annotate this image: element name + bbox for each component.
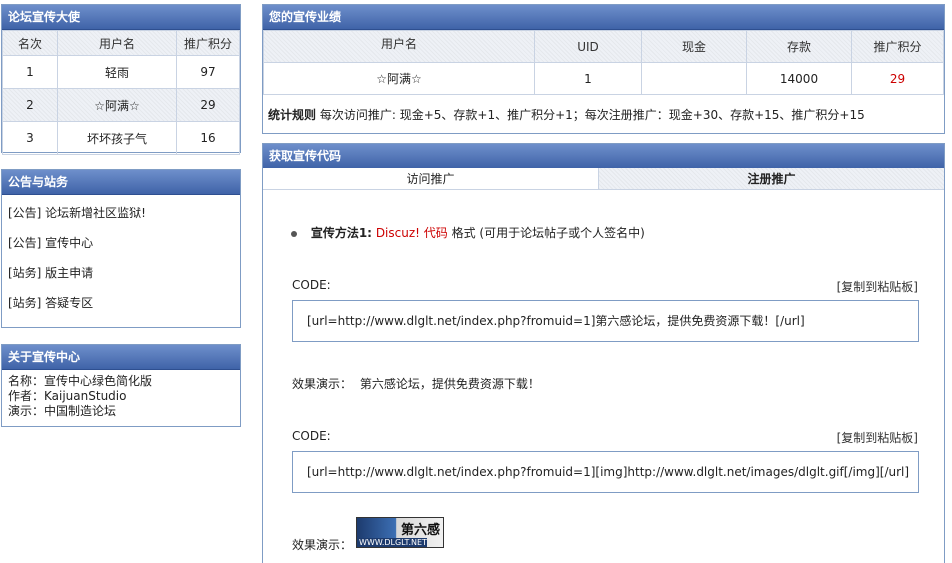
notice-item[interactable]: [公告] 宣传中心 bbox=[2, 228, 240, 258]
table-row: ☆阿满☆ 1 14000 29 bbox=[263, 62, 944, 95]
tab-register[interactable]: 注册推广 bbox=[598, 168, 944, 190]
ambassadors-table: 名次 用户名 推广积分 1 轻雨 97 2 ☆阿满☆ 29 3 坏坏孩子气 16 bbox=[2, 30, 240, 155]
score-cell: 29 bbox=[176, 88, 240, 122]
col-score: 推广积分 bbox=[851, 30, 944, 63]
username-link[interactable]: 轻雨 bbox=[57, 55, 177, 89]
ambassadors-panel: 论坛宣传大使 名次 用户名 推广积分 1 轻雨 97 2 ☆阿满☆ 29 3 坏… bbox=[1, 4, 241, 155]
rank-cell: 2 bbox=[2, 88, 58, 122]
banner-url: WWW.DLGLT.NET bbox=[359, 538, 427, 547]
performance-panel: 您的宣传业绩 用户名 UID 现金 存款 推广积分 ☆阿满☆ 1 14000 2… bbox=[262, 4, 945, 134]
discuz-code-link[interactable]: Discuz! 代码 bbox=[376, 226, 448, 240]
table-row: 1 轻雨 97 bbox=[2, 55, 240, 89]
col-score: 推广积分 bbox=[176, 30, 240, 56]
ambassadors-title: 论坛宣传大使 bbox=[2, 5, 240, 30]
rules-text: 每次访问推广: 现金+5、存款+1、推广积分+1；每次注册推广：现金+30、存款… bbox=[319, 108, 865, 122]
copy-button-1[interactable]: [复制到粘贴板] bbox=[837, 278, 918, 295]
notices-title: 公告与站务 bbox=[2, 170, 240, 195]
demo-label: 效果演示： bbox=[292, 377, 353, 391]
about-author: 作者：KaijuanStudio bbox=[8, 389, 127, 403]
tab-visit[interactable]: 访问推广 bbox=[263, 168, 598, 190]
banner-title: 第六感 bbox=[400, 523, 440, 538]
code-panel: 获取宣传代码 访问推广 注册推广 宣传方法1: Discuz! 代码 格式 (可… bbox=[262, 143, 945, 563]
username-cell: ☆阿满☆ bbox=[263, 62, 535, 95]
about-title: 关于宣传中心 bbox=[2, 345, 240, 370]
code-label-1: CODE: bbox=[292, 278, 331, 292]
code-title: 获取宣传代码 bbox=[263, 144, 944, 169]
table-row: 2 ☆阿满☆ 29 bbox=[2, 88, 240, 122]
rank-cell: 1 bbox=[2, 55, 58, 89]
table-row: 3 坏坏孩子气 16 bbox=[2, 121, 240, 155]
code-field-1[interactable]: [url=http://www.dlglt.net/index.php?from… bbox=[292, 300, 919, 342]
col-cash: 现金 bbox=[641, 30, 747, 63]
method-line: 宣传方法1: Discuz! 代码 格式 (可用于论坛帖子或个人签名中) bbox=[291, 224, 645, 241]
deposit-cell: 14000 bbox=[746, 62, 852, 95]
bullet-icon bbox=[291, 230, 297, 237]
demo-link[interactable]: 第六感论坛，提供免费资源下载！ bbox=[360, 377, 540, 391]
performance-title: 您的宣传业绩 bbox=[263, 5, 944, 30]
code-field-2[interactable]: [url=http://www.dlglt.net/index.php?from… bbox=[292, 451, 919, 493]
demo-label-2: 效果演示： bbox=[292, 538, 353, 552]
banner-image[interactable]: 第六感 WWW.DLGLT.NET bbox=[356, 517, 444, 548]
col-deposit: 存款 bbox=[746, 30, 852, 63]
uid-cell: 1 bbox=[534, 62, 642, 95]
demo-line-1: 效果演示： 第六感论坛，提供免费资源下载！ bbox=[292, 375, 540, 392]
method-desc: 格式 (可用于论坛帖子或个人签名中) bbox=[451, 226, 645, 240]
notice-item[interactable]: [站务] 版主申请 bbox=[2, 258, 240, 288]
score-cell: 16 bbox=[176, 121, 240, 155]
stats-rules: 统计规则 每次访问推广: 现金+5、存款+1、推广积分+1；每次注册推广：现金+… bbox=[268, 106, 865, 123]
about-demo: 演示：中国制造论坛 bbox=[8, 404, 117, 418]
code-label-2: CODE: bbox=[292, 429, 331, 443]
method-label: 宣传方法1: bbox=[310, 226, 372, 240]
col-username: 用户名 bbox=[263, 30, 535, 63]
about-panel: 关于宣传中心 名称：宣传中心绿色简化版 作者：KaijuanStudio 演示：… bbox=[1, 344, 241, 427]
col-uid: UID bbox=[534, 30, 642, 63]
score-cell: 29 bbox=[851, 62, 944, 95]
notice-item[interactable]: [公告] 论坛新增社区监狱! bbox=[2, 198, 240, 228]
col-rank: 名次 bbox=[2, 30, 58, 56]
col-username: 用户名 bbox=[57, 30, 177, 56]
rules-label: 统计规则 bbox=[268, 108, 317, 122]
about-name: 名称：宣传中心绿色简化版 bbox=[8, 374, 153, 388]
username-link[interactable]: 坏坏孩子气 bbox=[57, 121, 177, 155]
username-link[interactable]: ☆阿满☆ bbox=[57, 88, 177, 122]
performance-table: 用户名 UID 现金 存款 推广积分 ☆阿满☆ 1 14000 29 bbox=[263, 30, 944, 95]
rank-cell: 3 bbox=[2, 121, 58, 155]
notices-panel: 公告与站务 [公告] 论坛新增社区监狱! [公告] 宣传中心 [站务] 版主申请… bbox=[1, 169, 241, 328]
notice-item[interactable]: [站务] 答疑专区 bbox=[2, 288, 240, 318]
cash-cell bbox=[641, 62, 747, 95]
copy-button-2[interactable]: [复制到粘贴板] bbox=[837, 429, 918, 446]
score-cell: 97 bbox=[176, 55, 240, 89]
